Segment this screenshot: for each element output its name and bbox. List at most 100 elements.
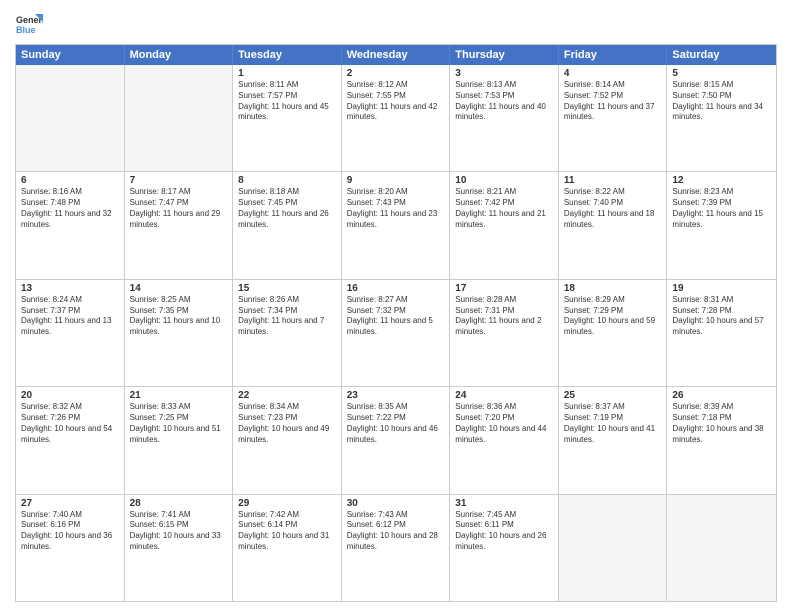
cell-info: Sunrise: 7:45 AM Sunset: 6:11 PM Dayligh…: [455, 510, 553, 553]
cal-cell: 9Sunrise: 8:20 AM Sunset: 7:43 PM Daylig…: [342, 172, 451, 278]
cell-info: Sunrise: 8:31 AM Sunset: 7:28 PM Dayligh…: [672, 295, 771, 338]
day-number: 6: [21, 175, 119, 186]
cal-cell: 21Sunrise: 8:33 AM Sunset: 7:25 PM Dayli…: [125, 387, 234, 493]
cal-cell: 27Sunrise: 7:40 AM Sunset: 6:16 PM Dayli…: [16, 495, 125, 601]
cal-cell: 18Sunrise: 8:29 AM Sunset: 7:29 PM Dayli…: [559, 280, 668, 386]
cal-cell: 13Sunrise: 8:24 AM Sunset: 7:37 PM Dayli…: [16, 280, 125, 386]
day-number: 16: [347, 283, 445, 294]
cell-info: Sunrise: 8:36 AM Sunset: 7:20 PM Dayligh…: [455, 402, 553, 445]
week-row-0: 1Sunrise: 8:11 AM Sunset: 7:57 PM Daylig…: [16, 65, 776, 171]
cell-info: Sunrise: 8:39 AM Sunset: 7:18 PM Dayligh…: [672, 402, 771, 445]
header-day-sunday: Sunday: [16, 45, 125, 65]
cal-cell: 19Sunrise: 8:31 AM Sunset: 7:28 PM Dayli…: [667, 280, 776, 386]
cell-info: Sunrise: 8:21 AM Sunset: 7:42 PM Dayligh…: [455, 187, 553, 230]
cell-info: Sunrise: 7:40 AM Sunset: 6:16 PM Dayligh…: [21, 510, 119, 553]
day-number: 15: [238, 283, 336, 294]
day-number: 13: [21, 283, 119, 294]
day-number: 11: [564, 175, 662, 186]
cal-cell: 24Sunrise: 8:36 AM Sunset: 7:20 PM Dayli…: [450, 387, 559, 493]
cell-info: Sunrise: 8:14 AM Sunset: 7:52 PM Dayligh…: [564, 80, 662, 123]
cal-cell: 23Sunrise: 8:35 AM Sunset: 7:22 PM Dayli…: [342, 387, 451, 493]
day-number: 24: [455, 390, 553, 401]
logo-icon: General Blue: [15, 10, 43, 38]
cell-info: Sunrise: 8:16 AM Sunset: 7:48 PM Dayligh…: [21, 187, 119, 230]
cell-info: Sunrise: 7:42 AM Sunset: 6:14 PM Dayligh…: [238, 510, 336, 553]
cell-info: Sunrise: 8:22 AM Sunset: 7:40 PM Dayligh…: [564, 187, 662, 230]
cell-info: Sunrise: 8:37 AM Sunset: 7:19 PM Dayligh…: [564, 402, 662, 445]
header-day-saturday: Saturday: [667, 45, 776, 65]
cell-info: Sunrise: 8:24 AM Sunset: 7:37 PM Dayligh…: [21, 295, 119, 338]
day-number: 14: [130, 283, 228, 294]
day-number: 1: [238, 68, 336, 79]
day-number: 8: [238, 175, 336, 186]
cell-info: Sunrise: 8:18 AM Sunset: 7:45 PM Dayligh…: [238, 187, 336, 230]
cal-cell: 6Sunrise: 8:16 AM Sunset: 7:48 PM Daylig…: [16, 172, 125, 278]
cell-info: Sunrise: 7:41 AM Sunset: 6:15 PM Dayligh…: [130, 510, 228, 553]
header-day-monday: Monday: [125, 45, 234, 65]
cal-cell: [667, 495, 776, 601]
cell-info: Sunrise: 8:26 AM Sunset: 7:34 PM Dayligh…: [238, 295, 336, 338]
cal-cell: 12Sunrise: 8:23 AM Sunset: 7:39 PM Dayli…: [667, 172, 776, 278]
cell-info: Sunrise: 8:32 AM Sunset: 7:26 PM Dayligh…: [21, 402, 119, 445]
week-row-1: 6Sunrise: 8:16 AM Sunset: 7:48 PM Daylig…: [16, 171, 776, 278]
cal-cell: 25Sunrise: 8:37 AM Sunset: 7:19 PM Dayli…: [559, 387, 668, 493]
day-number: 19: [672, 283, 771, 294]
cal-cell: 8Sunrise: 8:18 AM Sunset: 7:45 PM Daylig…: [233, 172, 342, 278]
day-number: 9: [347, 175, 445, 186]
cell-info: Sunrise: 7:43 AM Sunset: 6:12 PM Dayligh…: [347, 510, 445, 553]
day-number: 25: [564, 390, 662, 401]
day-number: 29: [238, 498, 336, 509]
calendar-body: 1Sunrise: 8:11 AM Sunset: 7:57 PM Daylig…: [16, 65, 776, 601]
cal-cell: 15Sunrise: 8:26 AM Sunset: 7:34 PM Dayli…: [233, 280, 342, 386]
cal-cell: 16Sunrise: 8:27 AM Sunset: 7:32 PM Dayli…: [342, 280, 451, 386]
cal-cell: 31Sunrise: 7:45 AM Sunset: 6:11 PM Dayli…: [450, 495, 559, 601]
cal-cell: 22Sunrise: 8:34 AM Sunset: 7:23 PM Dayli…: [233, 387, 342, 493]
calendar-header: SundayMondayTuesdayWednesdayThursdayFrid…: [16, 45, 776, 65]
cal-cell: 30Sunrise: 7:43 AM Sunset: 6:12 PM Dayli…: [342, 495, 451, 601]
cal-cell: 5Sunrise: 8:15 AM Sunset: 7:50 PM Daylig…: [667, 65, 776, 171]
day-number: 12: [672, 175, 771, 186]
cal-cell: 28Sunrise: 7:41 AM Sunset: 6:15 PM Dayli…: [125, 495, 234, 601]
cell-info: Sunrise: 8:12 AM Sunset: 7:55 PM Dayligh…: [347, 80, 445, 123]
header-day-thursday: Thursday: [450, 45, 559, 65]
cal-cell: 3Sunrise: 8:13 AM Sunset: 7:53 PM Daylig…: [450, 65, 559, 171]
day-number: 2: [347, 68, 445, 79]
day-number: 28: [130, 498, 228, 509]
cell-info: Sunrise: 8:25 AM Sunset: 7:35 PM Dayligh…: [130, 295, 228, 338]
cal-cell: 17Sunrise: 8:28 AM Sunset: 7:31 PM Dayli…: [450, 280, 559, 386]
cal-cell: 26Sunrise: 8:39 AM Sunset: 7:18 PM Dayli…: [667, 387, 776, 493]
cal-cell: 2Sunrise: 8:12 AM Sunset: 7:55 PM Daylig…: [342, 65, 451, 171]
day-number: 27: [21, 498, 119, 509]
cal-cell: 11Sunrise: 8:22 AM Sunset: 7:40 PM Dayli…: [559, 172, 668, 278]
day-number: 4: [564, 68, 662, 79]
cal-cell: [125, 65, 234, 171]
header: General Blue: [15, 10, 777, 38]
cal-cell: 7Sunrise: 8:17 AM Sunset: 7:47 PM Daylig…: [125, 172, 234, 278]
cell-info: Sunrise: 8:13 AM Sunset: 7:53 PM Dayligh…: [455, 80, 553, 123]
cell-info: Sunrise: 8:23 AM Sunset: 7:39 PM Dayligh…: [672, 187, 771, 230]
cal-cell: [559, 495, 668, 601]
cell-info: Sunrise: 8:15 AM Sunset: 7:50 PM Dayligh…: [672, 80, 771, 123]
day-number: 10: [455, 175, 553, 186]
day-number: 17: [455, 283, 553, 294]
day-number: 23: [347, 390, 445, 401]
header-day-tuesday: Tuesday: [233, 45, 342, 65]
header-day-wednesday: Wednesday: [342, 45, 451, 65]
cal-cell: 20Sunrise: 8:32 AM Sunset: 7:26 PM Dayli…: [16, 387, 125, 493]
cal-cell: 1Sunrise: 8:11 AM Sunset: 7:57 PM Daylig…: [233, 65, 342, 171]
cell-info: Sunrise: 8:35 AM Sunset: 7:22 PM Dayligh…: [347, 402, 445, 445]
cell-info: Sunrise: 8:28 AM Sunset: 7:31 PM Dayligh…: [455, 295, 553, 338]
cell-info: Sunrise: 8:11 AM Sunset: 7:57 PM Dayligh…: [238, 80, 336, 123]
day-number: 26: [672, 390, 771, 401]
day-number: 20: [21, 390, 119, 401]
week-row-4: 27Sunrise: 7:40 AM Sunset: 6:16 PM Dayli…: [16, 494, 776, 601]
day-number: 30: [347, 498, 445, 509]
cell-info: Sunrise: 8:20 AM Sunset: 7:43 PM Dayligh…: [347, 187, 445, 230]
page: General Blue SundayMondayTuesdayWednesda…: [0, 0, 792, 612]
calendar: SundayMondayTuesdayWednesdayThursdayFrid…: [15, 44, 777, 602]
day-number: 22: [238, 390, 336, 401]
day-number: 31: [455, 498, 553, 509]
week-row-3: 20Sunrise: 8:32 AM Sunset: 7:26 PM Dayli…: [16, 386, 776, 493]
cell-info: Sunrise: 8:34 AM Sunset: 7:23 PM Dayligh…: [238, 402, 336, 445]
cal-cell: 14Sunrise: 8:25 AM Sunset: 7:35 PM Dayli…: [125, 280, 234, 386]
